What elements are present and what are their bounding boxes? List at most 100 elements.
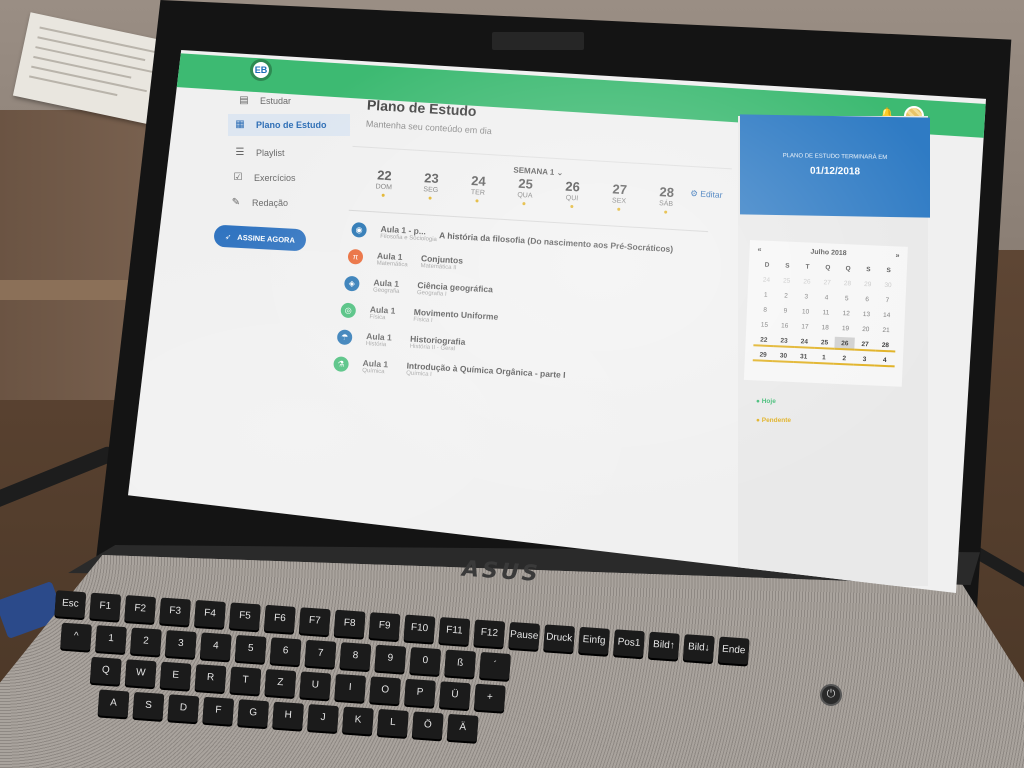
keyboard-key[interactable]: 9 [374,644,407,673]
keyboard-key[interactable]: 3 [164,629,197,659]
keyboard-key[interactable]: T [229,666,262,695]
keyboard-key[interactable]: Q [89,656,122,685]
week-day[interactable]: 25 QUA [500,175,550,222]
calendar-day[interactable]: 13 [856,308,877,322]
keyboard-key[interactable]: K [342,706,374,735]
week-day[interactable]: 27 SEX [594,180,644,227]
calendar-day[interactable]: 31 [793,350,815,364]
week-day[interactable]: 22 DOM [359,166,409,213]
keyboard-key[interactable]: L [376,708,409,738]
keyboard-key[interactable]: Druck [543,624,576,653]
keyboard-key[interactable]: 5 [234,634,267,663]
keyboard-key[interactable]: Ende [717,636,750,665]
keyboard-key[interactable]: Pos1 [613,629,645,658]
keyboard-key[interactable]: Ü [439,681,471,710]
calendar-day[interactable]: 30 [772,349,794,364]
calendar-day[interactable]: 27 [854,337,876,352]
keyboard-key[interactable]: S [132,691,165,720]
keyboard-key[interactable]: J [307,704,339,733]
app-logo[interactable]: EB [250,59,272,81]
calendar-prev-button[interactable]: « [757,246,761,253]
keyboard-key[interactable]: F9 [368,612,401,641]
calendar-day[interactable]: 7 [877,294,898,308]
calendar-next-button[interactable]: » [895,252,899,259]
calendar-day[interactable]: 25 [776,274,797,288]
calendar-day[interactable]: 6 [857,293,878,307]
sidebar-item-redacao[interactable]: ✎ Redação [230,192,340,214]
calendar-day[interactable]: 4 [874,353,896,368]
calendar-day[interactable]: 10 [795,305,816,319]
calendar-day[interactable]: 19 [835,322,856,336]
sidebar-item-playlist[interactable]: ☰ Playlist [234,142,344,164]
keyboard-key[interactable]: I [334,673,367,702]
keyboard-key[interactable]: 2 [130,627,162,656]
calendar-day[interactable]: 1 [755,288,776,302]
calendar-day[interactable]: 22 [753,333,775,348]
sidebar-item-estudar[interactable]: ▤ Estudar [238,90,348,112]
calendar-day[interactable]: 15 [754,318,775,332]
keyboard-key[interactable]: 4 [199,632,232,661]
keyboard-key[interactable]: F11 [438,617,471,646]
keyboard-key[interactable]: F6 [263,604,296,633]
keyboard-key[interactable]: Pause [508,621,541,650]
keyboard-key[interactable]: 7 [304,639,337,668]
calendar-day[interactable]: 4 [816,291,837,305]
keyboard-key[interactable]: F8 [333,609,366,638]
keyboard-key[interactable]: 8 [339,642,372,671]
keyboard-key[interactable]: E [159,661,192,690]
keyboard-key[interactable]: F3 [159,597,191,626]
keyboard-key[interactable]: F4 [194,599,226,628]
calendar-day[interactable]: 28 [837,277,858,291]
calendar-day[interactable]: 26 [797,275,818,289]
keyboard-key[interactable]: Z [264,669,297,698]
calendar-day[interactable]: 27 [817,276,838,290]
keyboard-key[interactable]: A [97,689,130,718]
calendar-day[interactable]: 28 [874,338,896,353]
keyboard-key[interactable]: 0 [409,647,442,676]
keyboard-key[interactable]: R [194,664,227,693]
keyboard-key[interactable]: + [473,683,506,712]
calendar-day[interactable]: 3 [796,290,817,304]
keyboard-key[interactable]: Bild↑ [648,631,680,660]
keyboard-key[interactable]: O [369,676,401,705]
keyboard-key[interactable]: F10 [403,614,436,643]
keyboard-key[interactable]: F7 [298,607,331,636]
calendar-day[interactable]: 30 [878,279,899,293]
keyboard-key[interactable]: F12 [473,619,506,648]
keyboard-key[interactable]: Bild↓ [682,634,715,663]
subscribe-button[interactable]: ➶ ASSINE AGORA [213,224,307,252]
calendar-day[interactable]: 2 [833,351,855,366]
keyboard-key[interactable]: D [167,694,200,723]
edit-button[interactable]: ⚙ Editar [690,188,723,201]
calendar-day[interactable]: 24 [756,273,777,287]
calendar-day[interactable]: 12 [836,307,857,321]
calendar-day[interactable]: 20 [855,323,876,337]
calendar-day[interactable]: 18 [815,321,836,335]
calendar-day[interactable]: 17 [795,320,816,334]
calendar-day[interactable]: 23 [773,334,795,349]
week-day[interactable]: 24 TER [453,172,503,219]
calendar-day[interactable]: 3 [854,352,875,367]
calendar-day[interactable]: 8 [755,303,776,317]
calendar-day[interactable]: 5 [836,292,857,306]
calendar-day[interactable]: 11 [815,306,836,320]
calendar-day[interactable]: 24 [793,335,815,349]
keyboard-key[interactable]: Ö [411,711,444,740]
keyboard-key[interactable]: F5 [229,602,261,631]
keyboard-key[interactable]: F1 [89,592,122,621]
calendar-day[interactable]: 29 [752,348,774,363]
week-day[interactable]: 28 SÁB [641,183,691,230]
keyboard-key[interactable]: W [124,659,157,688]
keyboard-key[interactable]: 6 [269,637,302,666]
sidebar-item-exercicios[interactable]: ☑ Exercícios [232,167,342,189]
keyboard-key[interactable]: U [299,671,332,700]
keyboard-key[interactable]: ^ [60,622,92,651]
keyboard-key[interactable]: F [202,696,235,725]
calendar-day[interactable]: 29 [857,278,878,292]
keyboard-key[interactable]: 1 [95,625,127,654]
calendar-day[interactable]: 1 [813,350,835,365]
sidebar-item-plano-de-estudo[interactable]: ▦ Plano de Estudo [228,114,350,136]
keyboard-key[interactable]: G [237,699,270,728]
keyboard-key[interactable]: ´ [479,651,511,680]
calendar-day[interactable]: 16 [774,319,795,333]
